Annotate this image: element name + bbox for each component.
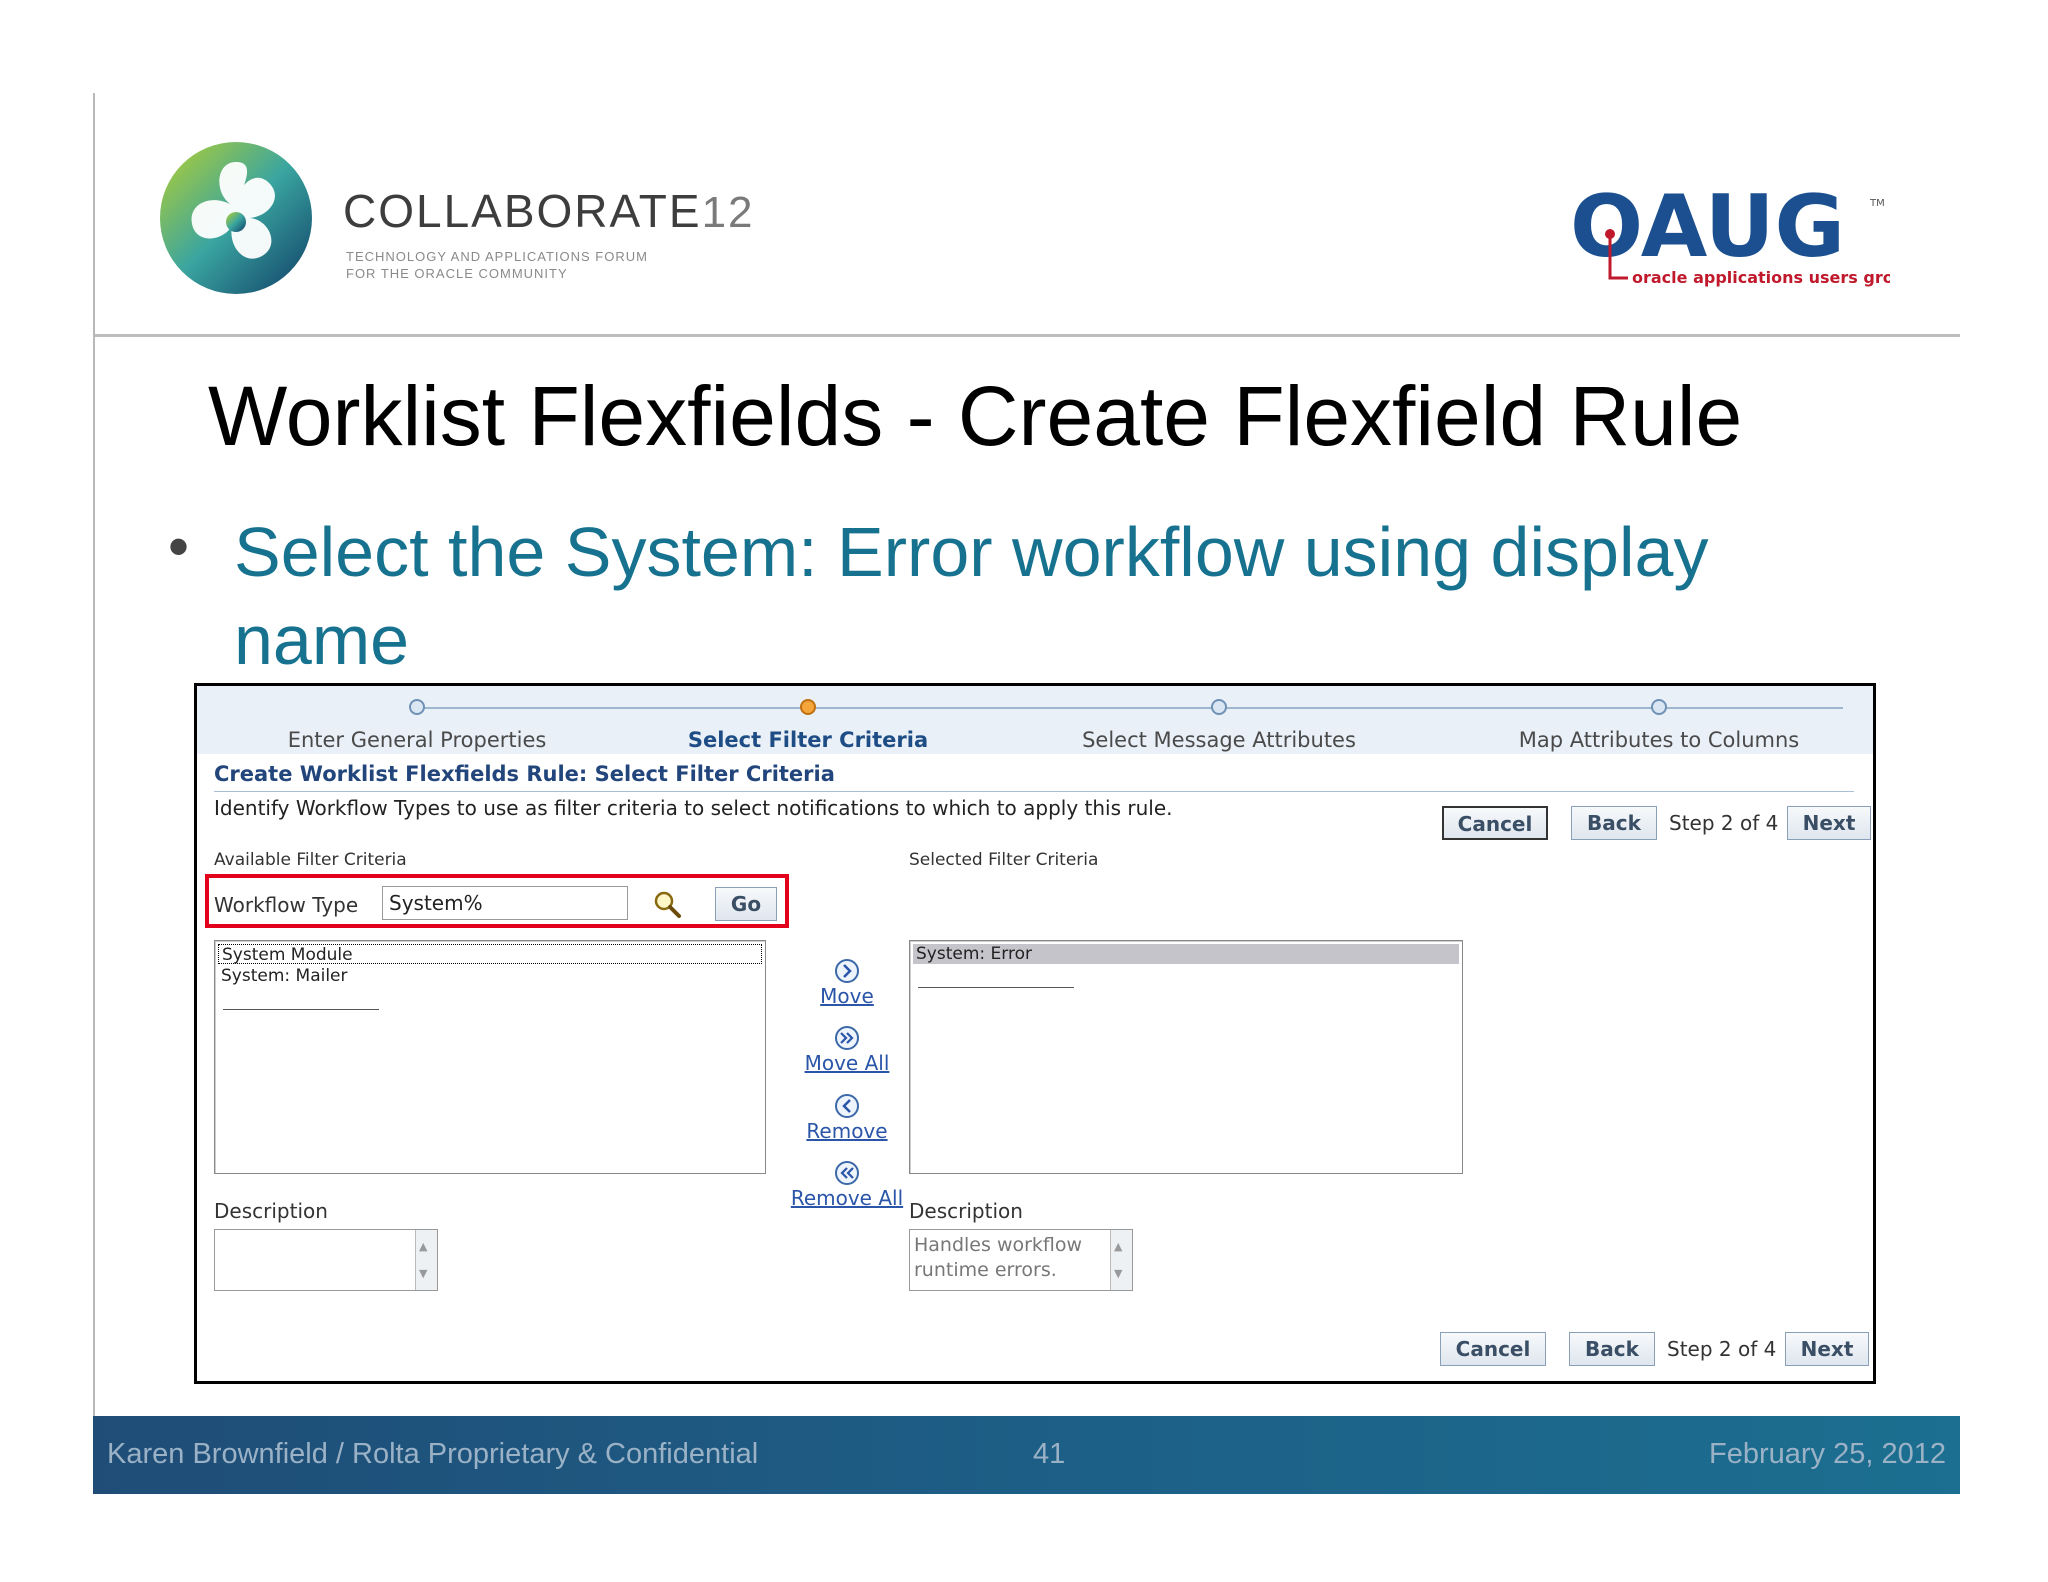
- move-all-link[interactable]: Move All: [787, 1051, 907, 1075]
- available-description-label: Description: [214, 1199, 328, 1223]
- remove-all-control[interactable]: Remove All: [777, 1160, 917, 1210]
- slide-title: Worklist Flexfields - Create Flexfield R…: [208, 369, 1743, 463]
- train-step-3-label: Select Message Attributes: [1082, 728, 1356, 752]
- train-line-right: [1219, 707, 1843, 709]
- list-separator: [918, 987, 1074, 988]
- train-step-2-label: Select Filter Criteria: [687, 728, 929, 752]
- collaborate-tagline: TECHNOLOGY AND APPLICATIONS FORUM FOR TH…: [346, 249, 648, 281]
- selected-description-label: Description: [909, 1199, 1023, 1223]
- workflow-type-label: Workflow Type: [214, 893, 359, 917]
- available-description-field[interactable]: ▲ ▼: [214, 1229, 438, 1291]
- next-button-bottom[interactable]: Next: [1785, 1332, 1869, 1366]
- train-step-1-dot: [409, 699, 425, 715]
- oaug-logo-icon: OAUG TM oracle applications users group: [1570, 186, 1890, 287]
- bullet-marker: •: [168, 513, 190, 580]
- step-indicator-top: Step 2 of 4: [1669, 811, 1779, 835]
- next-button-top[interactable]: Next: [1787, 806, 1871, 840]
- train-step-2-dot: [800, 699, 816, 715]
- list-item[interactable]: System Module: [218, 944, 762, 965]
- workflow-type-input[interactable]: System%: [382, 886, 628, 920]
- available-description-scrollbar[interactable]: ▲ ▼: [415, 1230, 437, 1290]
- footer-page-number: 41: [1033, 1438, 1066, 1470]
- train-step-4-dot: [1651, 699, 1667, 715]
- back-button-top[interactable]: Back: [1571, 806, 1657, 840]
- list-item[interactable]: System: Mailer: [218, 966, 762, 986]
- train-step-4-label: Map Attributes to Columns: [1518, 728, 1800, 752]
- go-button[interactable]: Go: [715, 887, 777, 921]
- instructions-text: Identify Workflow Types to use as filter…: [214, 796, 1173, 820]
- collaborate-wordmark: COLLABORATE12: [343, 185, 755, 237]
- move-right-icon[interactable]: [834, 958, 860, 984]
- cancel-button-bottom[interactable]: Cancel: [1440, 1332, 1546, 1366]
- available-list[interactable]: System Module System: Mailer: [214, 940, 766, 1174]
- selected-description-field[interactable]: Handles workflow runtime errors. ▲ ▼: [909, 1229, 1133, 1291]
- train-line-left: [417, 707, 1219, 709]
- step-indicator-bottom: Step 2 of 4: [1667, 1337, 1777, 1361]
- selected-description-scrollbar[interactable]: ▲ ▼: [1110, 1230, 1132, 1290]
- step-train: Enter General Properties Select Filter C…: [197, 686, 1873, 754]
- selected-description-text: Handles workflow runtime errors.: [914, 1234, 1083, 1281]
- collaborate-logo-icon: [160, 142, 312, 294]
- header-divider: [95, 334, 1960, 337]
- train-step-3-dot: [1211, 699, 1227, 715]
- bullet-text: Select the System: Error workflow using …: [234, 513, 1709, 679]
- oaug-tagline: oracle applications users group: [1632, 268, 1890, 287]
- remove-all-left-icon[interactable]: [834, 1160, 860, 1186]
- search-icon[interactable]: [652, 889, 682, 919]
- page-header: Create Worklist Flexfields Rule: Select …: [214, 762, 835, 786]
- list-item[interactable]: System: Error: [913, 944, 1459, 964]
- available-filter-label: Available Filter Criteria: [214, 850, 407, 870]
- footer-date: February 25, 2012: [1709, 1438, 1946, 1470]
- cancel-button-top[interactable]: Cancel: [1442, 806, 1548, 840]
- slide-left-rule: [93, 93, 95, 1493]
- train-step-1-label: Enter General Properties: [287, 728, 547, 752]
- remove-left-icon[interactable]: [834, 1093, 860, 1119]
- list-separator: [223, 1009, 379, 1010]
- move-control[interactable]: Move: [787, 958, 907, 1008]
- oaug-tm: TM: [1869, 198, 1885, 209]
- move-all-control[interactable]: Move All: [787, 1025, 907, 1075]
- selected-list[interactable]: System: Error: [909, 940, 1463, 1174]
- remove-all-link[interactable]: Remove All: [777, 1186, 917, 1210]
- selected-filter-label: Selected Filter Criteria: [909, 850, 1099, 870]
- move-all-right-icon[interactable]: [834, 1025, 860, 1051]
- move-link[interactable]: Move: [787, 984, 907, 1008]
- slide-footer: Karen Brownfield / Rolta Proprietary & C…: [93, 1416, 1960, 1494]
- remove-control[interactable]: Remove: [787, 1093, 907, 1143]
- remove-link[interactable]: Remove: [787, 1119, 907, 1143]
- back-button-bottom[interactable]: Back: [1569, 1332, 1655, 1366]
- footer-author: Karen Brownfield / Rolta Proprietary & C…: [107, 1438, 759, 1470]
- page-header-rule: [214, 791, 1854, 792]
- flexfield-rule-panel: Enter General Properties Select Filter C…: [194, 683, 1876, 1384]
